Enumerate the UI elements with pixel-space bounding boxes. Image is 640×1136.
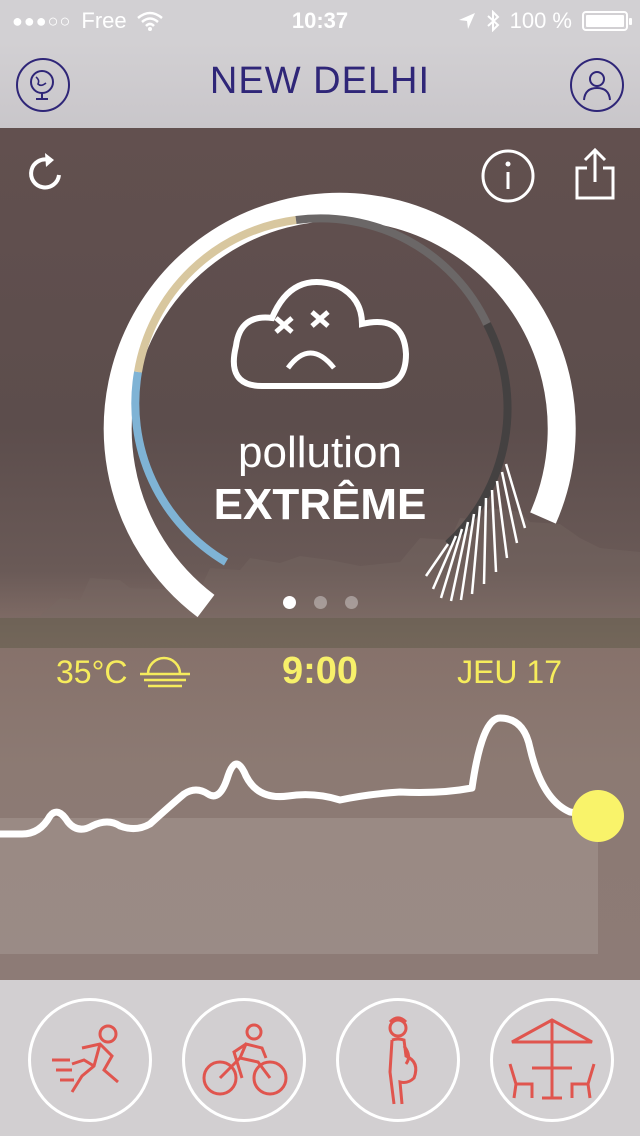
page-indicator[interactable]: [0, 596, 640, 609]
activity-pregnancy-button[interactable]: [336, 998, 460, 1122]
sad-cloud-icon: [230, 279, 410, 389]
cyclist-icon: [202, 1023, 288, 1096]
activity-terrace-button[interactable]: [490, 998, 614, 1122]
location-arrow-icon: [458, 13, 475, 29]
city-title: NEW DELHI: [209, 60, 431, 102]
battery-percent: 100 %: [509, 8, 572, 33]
status-right: 100 %: [458, 8, 632, 34]
status-bar: ●●●○○ Free 10:37 100 %: [0, 0, 640, 42]
terrace-table-icon: [508, 1018, 596, 1100]
pollution-forecast-curve: [0, 714, 624, 842]
activity-running-button[interactable]: [28, 998, 152, 1122]
main-panel: pollution EXTRÊME 35°C 9:00 JEU 17: [0, 128, 640, 980]
current-time-marker[interactable]: [572, 790, 624, 842]
runner-icon: [52, 1024, 119, 1093]
pollution-label: pollution: [238, 428, 402, 477]
user-icon: [583, 71, 611, 101]
activity-cycling-button[interactable]: [182, 998, 306, 1122]
page-dot-3[interactable]: [344, 596, 358, 609]
pregnant-woman-icon: [388, 1016, 418, 1105]
page-dot-2[interactable]: [313, 596, 327, 609]
profile-button[interactable]: [570, 58, 624, 112]
forecast-line: [0, 714, 602, 838]
battery-icon: [582, 11, 632, 31]
pollution-gauge: [103, 192, 576, 618]
forecast-day: JEU 17: [457, 654, 562, 690]
activity-bar: [0, 980, 640, 1136]
page-dot-1[interactable]: [282, 596, 296, 609]
bluetooth-icon: [486, 10, 500, 32]
pollution-level: EXTRÊME: [213, 480, 427, 529]
header-bar: NEW DELHI: [0, 42, 640, 128]
